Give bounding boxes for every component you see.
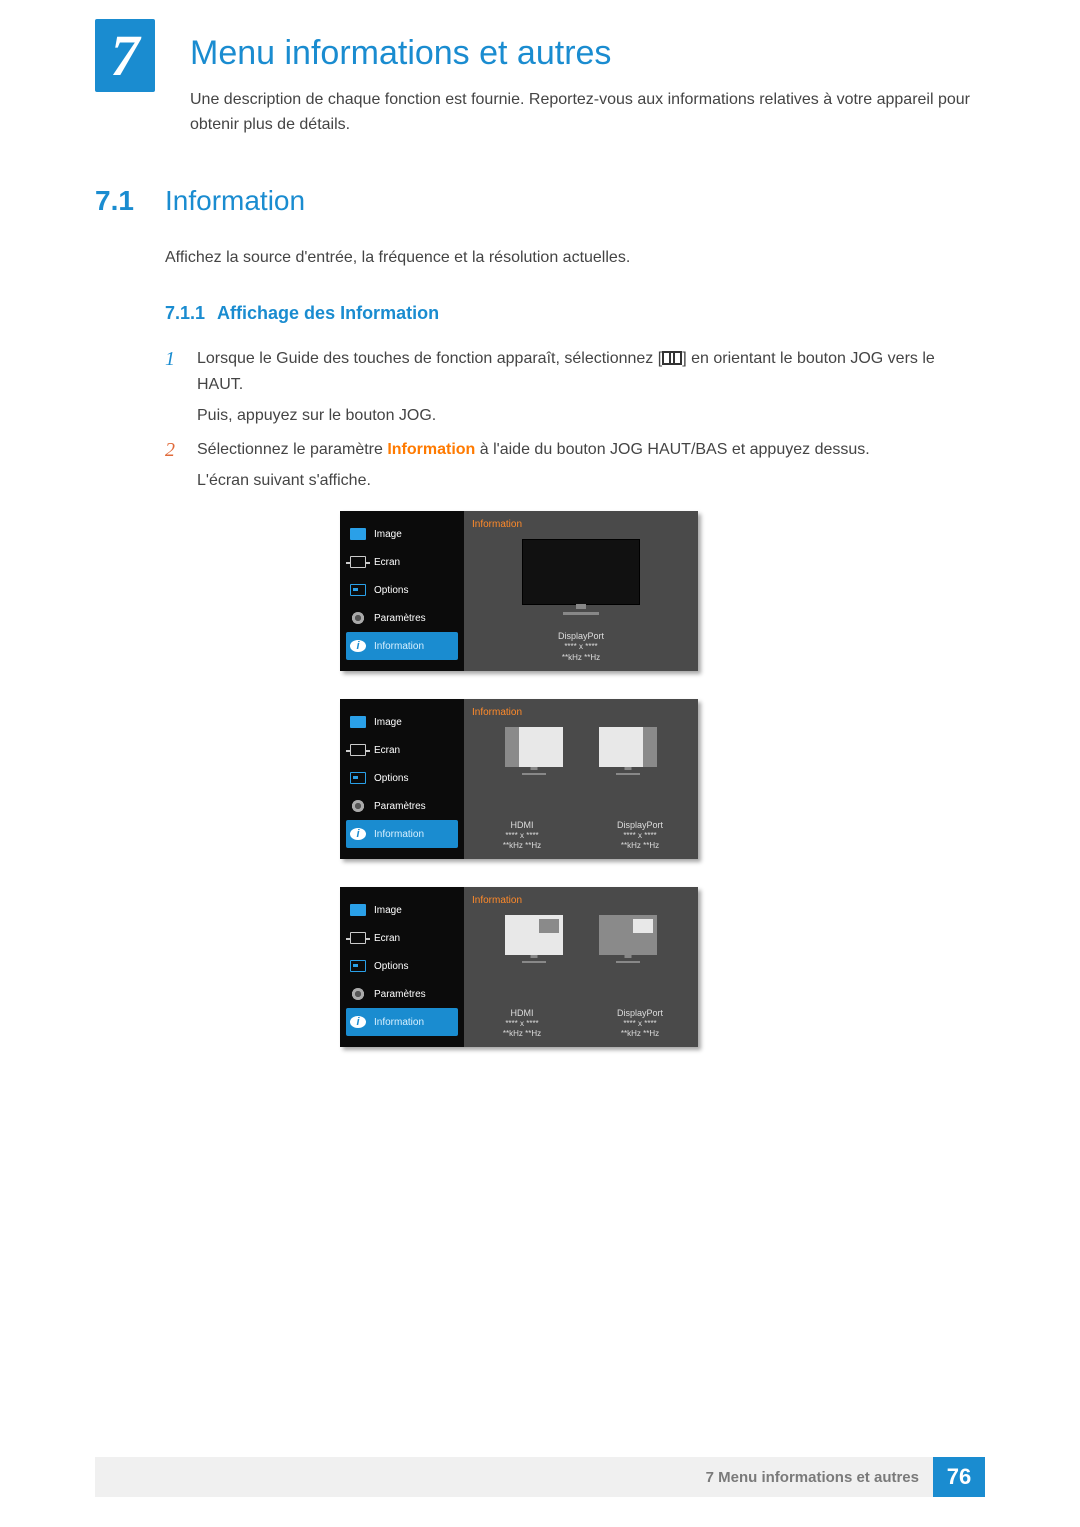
image-icon (350, 528, 366, 540)
menu-item: Paramètres (374, 613, 426, 624)
source-label: DisplayPort (605, 1008, 675, 1019)
osd-menu: Image Ecran Options Paramètres i Informat… (340, 887, 464, 1047)
source-label: DisplayPort (464, 631, 698, 643)
settings-icon (350, 988, 366, 1000)
section-body: Affichez la source d'entrée, la fréquenc… (165, 249, 985, 267)
menu-item-selected: Information (374, 1017, 424, 1028)
menu-icon (662, 351, 682, 365)
info-icon: i (350, 828, 366, 840)
menu-item: Image (374, 717, 402, 728)
menu-item: Options (374, 585, 408, 596)
options-icon (350, 772, 366, 784)
frequency-value: **kHz **Hz (487, 1029, 557, 1039)
settings-icon (350, 800, 366, 812)
resolution-value: **** x **** (464, 642, 698, 652)
menu-item: Ecran (374, 933, 400, 944)
chapter-intro: Une description de chaque fonction est f… (190, 88, 985, 138)
section-title: Information (165, 185, 305, 217)
step-1-text-c: Puis, appuyez sur le bouton JOG. (197, 407, 436, 424)
step-2-text-c: L'écran suivant s'affiche. (197, 472, 371, 489)
menu-item: Image (374, 529, 402, 540)
osd-panel-2: Image Ecran Options Paramètres i Informat… (340, 699, 698, 859)
menu-item: Ecran (374, 557, 400, 568)
osd-panel-title: Information (464, 511, 698, 530)
step-2: 2 Sélectionnez le paramètre Information … (165, 437, 985, 494)
frequency-value: **kHz **Hz (605, 841, 675, 851)
resolution-value: **** x **** (605, 831, 675, 841)
frequency-value: **kHz **Hz (464, 653, 698, 663)
step-1-text-a: Lorsque le Guide des touches de fonction… (197, 350, 662, 367)
monitor-graphic-right (599, 727, 657, 767)
step-1: 1 Lorsque le Guide des touches de foncti… (165, 346, 985, 429)
image-icon (350, 716, 366, 728)
screen-icon (350, 932, 366, 944)
menu-item: Options (374, 961, 408, 972)
settings-icon (350, 612, 366, 624)
source-label: HDMI (487, 820, 557, 831)
source-label: HDMI (487, 1008, 557, 1019)
menu-item: Paramètres (374, 801, 426, 812)
source-label: DisplayPort (605, 820, 675, 831)
section-number: 7.1 (95, 185, 134, 217)
menu-item-selected: Information (374, 641, 424, 652)
subsection: 7.1.1 Affichage des Information 1 Lorsqu… (165, 303, 985, 502)
osd-panel-title: Information (464, 699, 698, 718)
frequency-value: **kHz **Hz (487, 841, 557, 851)
options-icon (350, 960, 366, 972)
subsection-number: 7.1.1 (165, 303, 205, 324)
page-number: 76 (933, 1457, 985, 1497)
osd-menu: Image Ecran Options Paramètres i Informat… (340, 699, 464, 859)
page-footer: 7 Menu informations et autres 76 (95, 1457, 985, 1497)
info-icon: i (350, 1016, 366, 1028)
chapter-number-badge: 7 (95, 19, 155, 92)
frequency-value: **kHz **Hz (605, 1029, 675, 1039)
resolution-value: **** x **** (487, 831, 557, 841)
step-2-text-b: à l'aide du bouton JOG HAUT/BAS et appuy… (475, 441, 869, 458)
step-2-highlight: Information (387, 441, 475, 458)
screen-icon (350, 556, 366, 568)
chapter-title: Menu informations et autres (190, 34, 611, 73)
footer-chapter-label: 7 Menu informations et autres (706, 1469, 919, 1486)
monitor-graphic-left (505, 915, 563, 955)
osd-menu: Image Ecran Options Paramètres i Informat… (340, 511, 464, 671)
menu-item-selected: Information (374, 829, 424, 840)
screen-icon (350, 744, 366, 756)
step-number: 1 (165, 346, 183, 429)
menu-item: Paramètres (374, 989, 426, 1000)
info-icon: i (350, 640, 366, 652)
step-number: 2 (165, 437, 183, 494)
image-icon (350, 904, 366, 916)
resolution-value: **** x **** (487, 1019, 557, 1029)
menu-item: Image (374, 905, 402, 916)
osd-panel-1: Image Ecran Options Paramètres i Informat… (340, 511, 698, 671)
monitor-graphic-left (505, 727, 563, 767)
menu-item: Options (374, 773, 408, 784)
resolution-value: **** x **** (605, 1019, 675, 1029)
osd-panel-3: Image Ecran Options Paramètres i Informat… (340, 887, 698, 1047)
monitor-graphic (522, 539, 640, 605)
monitor-graphic-right (599, 915, 657, 955)
osd-panels: Image Ecran Options Paramètres i Informat… (340, 511, 700, 1075)
osd-panel-title: Information (464, 887, 698, 906)
step-2-text-a: Sélectionnez le paramètre (197, 441, 387, 458)
subsection-title: Affichage des Information (217, 303, 439, 324)
options-icon (350, 584, 366, 596)
menu-item: Ecran (374, 745, 400, 756)
